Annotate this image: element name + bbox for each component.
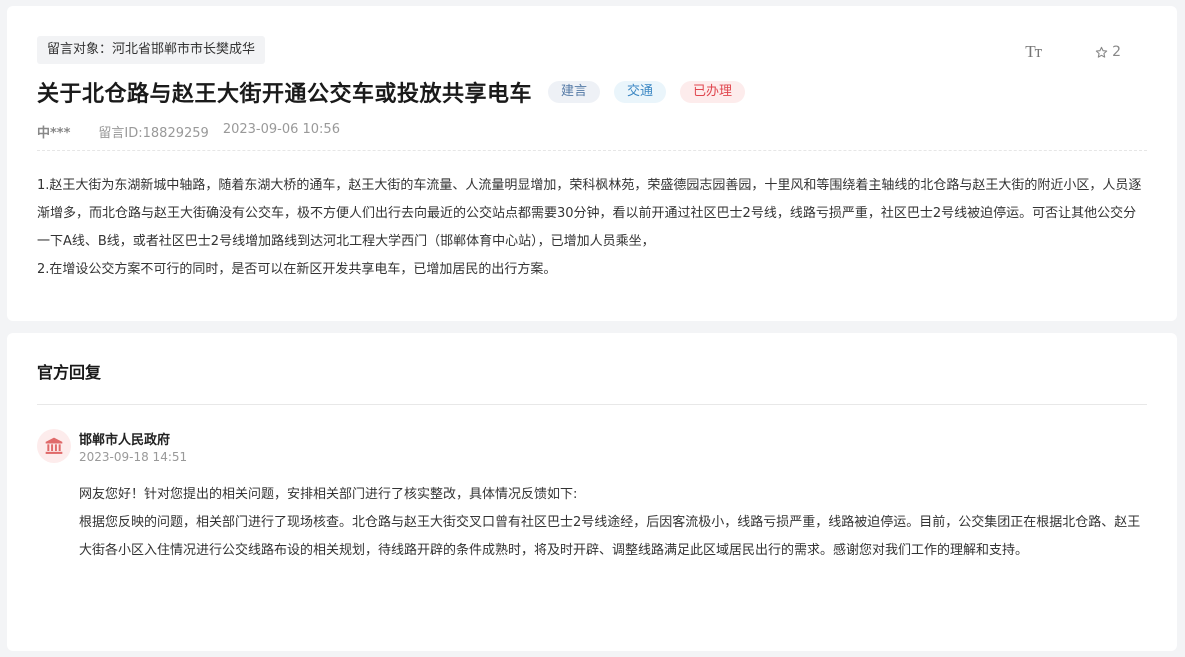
title-row: 关于北仓路与赵王大街开通公交车或投放共享电车 建言 交通 已办理 (37, 76, 746, 108)
author-name: 中*** (37, 126, 71, 141)
message-target: 留言对象：河北省邯郸市市长樊成华 (37, 36, 266, 64)
tag-traffic: 交通 (614, 81, 667, 103)
tag-suggestion: 建言 (548, 81, 601, 103)
reply-paragraph: 根据您反映的问题，相关部门进行了现场核查。北仓路与赵王大街交叉口曾有社区巴士2号… (79, 515, 1141, 558)
reply-time: 2023-09-18 14:51 (79, 450, 188, 464)
divider (37, 150, 1147, 151)
message-card: 留言对象：河北省邯郸市市长樊成华 Tт 2 关于北仓路与赵王大街开通公交车或投放… (7, 6, 1177, 321)
favorite-button[interactable]: 2 (1095, 44, 1121, 60)
government-building-icon (45, 437, 63, 454)
star-icon (1095, 46, 1108, 58)
message-time: 2023-09-06 10:56 (222, 122, 340, 137)
message-meta: 中*** 留言ID:18829259 2023-09-06 10:56 (37, 122, 340, 141)
font-size-icon[interactable]: Tт (1025, 42, 1042, 62)
reply-paragraph: 网友您好！针对您提出的相关问题，安排相关部门进行了核实整改，具体情况反馈如下: (79, 487, 578, 502)
official-reply-card: 官方回复 邯郸市人民政府 2023-09-18 14:51 网友您好！针对您提出… (7, 333, 1177, 651)
divider (37, 404, 1147, 405)
tag-status: 已办理 (680, 81, 746, 103)
message-content: 1.赵王大街为东湖新城中轴路，随着东湖大桥的通车，赵王大街的车流量、人流量明显增… (37, 172, 1149, 284)
message-paragraph: 2.在增设公交方案不可行的同时，是否可以在新区开发共享电车，已增加居民的出行方案… (37, 262, 557, 277)
avatar (37, 429, 71, 463)
reply-content: 网友您好！针对您提出的相关问题，安排相关部门进行了核实整改，具体情况反馈如下: … (79, 481, 1149, 565)
page-title: 关于北仓路与赵王大街开通公交车或投放共享电车 (37, 82, 533, 107)
message-id: 留言ID:18829259 (98, 126, 209, 141)
toolbar: Tт 2 (1025, 42, 1121, 62)
reply-heading: 官方回复 (37, 363, 102, 382)
reply-org-name: 邯郸市人民政府 (79, 433, 171, 448)
message-paragraph: 1.赵王大街为东湖新城中轴路，随着东湖大桥的通车，赵王大街的车流量、人流量明显增… (37, 178, 1142, 249)
favorite-count: 2 (1112, 44, 1121, 60)
